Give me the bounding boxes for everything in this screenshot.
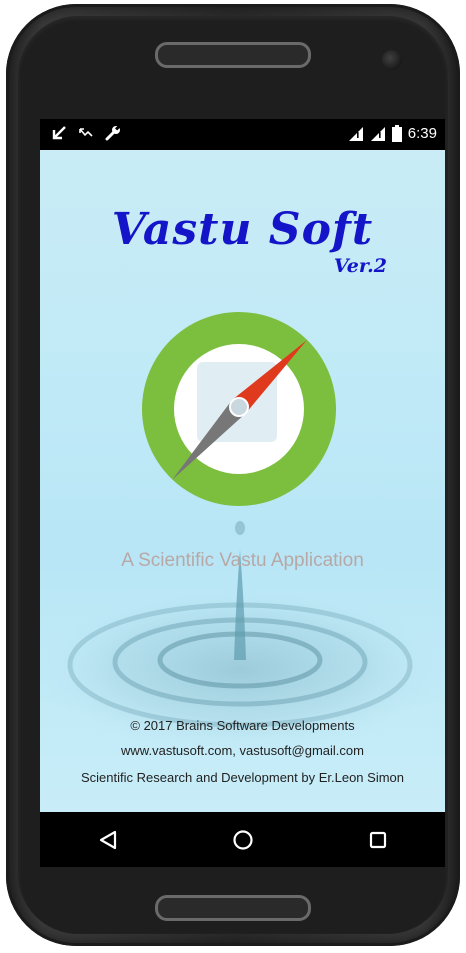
device-screen: 6:39 Vastu Soft Ver.2 A Scientific Vastu…	[40, 119, 445, 867]
wrench-icon	[105, 125, 120, 141]
signal-icon	[370, 126, 385, 141]
app-title: Vastu Soft	[111, 204, 374, 255]
earpiece-speaker	[155, 42, 311, 68]
contact-text: www.vastusoft.com, vastusoft@gmail.com	[121, 743, 364, 758]
battery-icon	[391, 125, 402, 142]
status-bar: 6:39	[40, 119, 445, 150]
home-icon	[232, 829, 253, 850]
front-camera	[382, 50, 402, 70]
app-tagline: A Scientific Vastu Application	[121, 550, 364, 571]
credit-text: Scientific Research and Development by E…	[80, 770, 404, 785]
back-icon	[99, 830, 116, 849]
download-arrow-icon	[52, 126, 66, 140]
missed-call-icon	[79, 128, 93, 137]
bottom-speaker	[155, 895, 311, 921]
signal-icon	[348, 126, 363, 141]
navigation-bar	[40, 812, 445, 867]
recents-icon	[369, 831, 386, 848]
splash-screen: Vastu Soft Ver.2 A Scientific Vastu Appl…	[40, 150, 445, 812]
status-time: 6:39	[407, 125, 437, 142]
compass-logo-icon	[142, 312, 336, 506]
home-button[interactable]	[213, 820, 273, 860]
copyright-text: © 2017 Brains Software Developments	[130, 718, 355, 733]
app-version: Ver.2	[333, 255, 387, 277]
back-button[interactable]	[78, 820, 138, 860]
recents-button[interactable]	[348, 820, 408, 860]
